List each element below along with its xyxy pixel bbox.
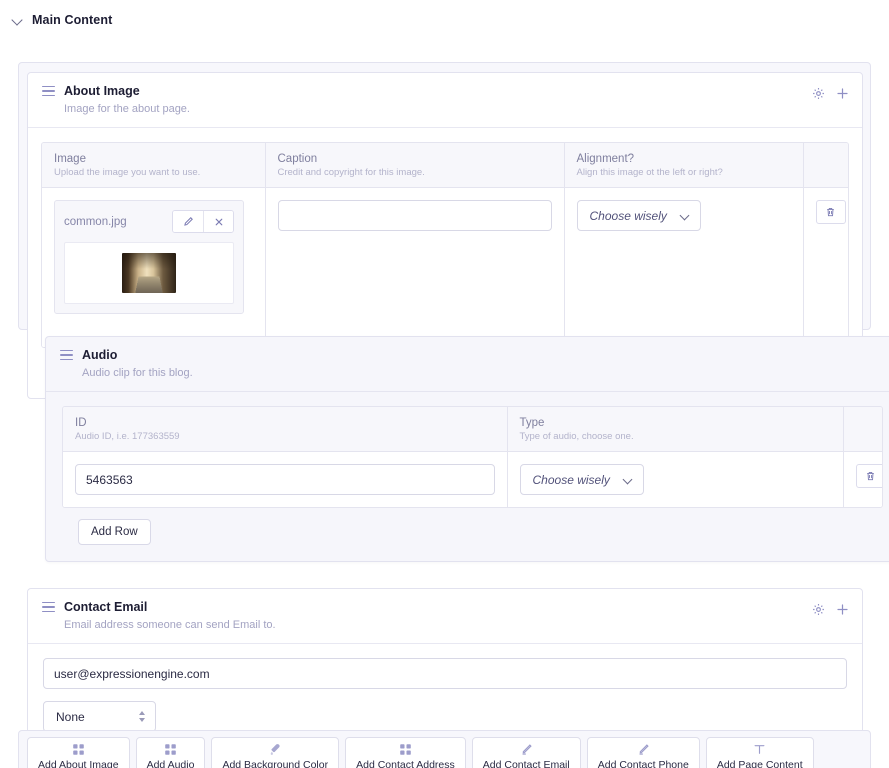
cell-audio-type: Choose wisely (507, 451, 844, 508)
file-actions (172, 210, 234, 234)
droplet-icon (269, 743, 282, 756)
cell-image: common.jpg (42, 187, 266, 347)
add-page-content-button[interactable]: Add Page Content (705, 737, 814, 768)
button-label: Add Contact Email (482, 759, 570, 768)
add-row-button[interactable]: Add Row (78, 519, 151, 546)
alignment-select-value: Choose wisely (589, 208, 667, 223)
column-image: Image Upload the image you want to use. (42, 143, 266, 189)
table-row: Choose wisely (63, 451, 882, 508)
about-image-subtitle: Image for the about page. (64, 103, 190, 115)
audio-grid-wrap: ID Audio ID, i.e. 177363559 Type Type of… (46, 392, 889, 561)
image-thumbnail (122, 253, 176, 294)
audio-grid-header: ID Audio ID, i.e. 177363559 Type Type of… (63, 407, 882, 453)
plus-icon[interactable] (836, 87, 849, 100)
cell-audio-id (63, 451, 508, 508)
audio-subtitle: Audio clip for this blog. (82, 367, 193, 379)
contact-email-title: Contact Email (64, 600, 148, 614)
pencil-icon (520, 743, 533, 756)
button-label: Add Page Content (716, 759, 803, 768)
stepper-icon (139, 711, 145, 723)
panel-contact-email: Contact Email Email address someone can … (27, 588, 863, 750)
audio-grid: ID Audio ID, i.e. 177363559 Type Type of… (62, 406, 883, 509)
add-about-image-button[interactable]: Add About Image (27, 737, 130, 768)
content-stage: About Image Image for the about page. Im… (0, 30, 889, 768)
hamburger-icon[interactable] (60, 349, 73, 361)
file-name: common.jpg (64, 215, 127, 228)
column-type: Type Type of audio, choose one. (507, 407, 844, 453)
plus-icon[interactable] (836, 603, 849, 616)
close-icon[interactable] (203, 211, 233, 233)
grid-icon (164, 743, 177, 756)
page-title: Main Content (32, 12, 113, 27)
column-id: ID Audio ID, i.e. 177363559 (63, 407, 508, 453)
grid-icon (399, 743, 412, 756)
add-background-color-button[interactable]: Add Background Color (211, 737, 340, 768)
button-label: Add Audio (146, 759, 195, 768)
contact-email-header-actions (812, 603, 849, 616)
audio-type-select-value: Choose wisely (532, 472, 610, 487)
audio-id-input[interactable] (75, 464, 495, 496)
panel-audio: Audio Audio clip for this blog. ID Audio… (45, 336, 889, 563)
contact-email-select[interactable]: None (43, 701, 156, 733)
pencil-icon (637, 743, 650, 756)
audio-title: Audio (82, 348, 118, 362)
add-contact-address-button[interactable]: Add Contact Address (345, 737, 466, 768)
about-image-grid: Image Upload the image you want to use. … (41, 142, 849, 348)
contact-email-subtitle: Email address someone can send Email to. (64, 619, 276, 631)
button-label: Add Background Color (222, 759, 329, 768)
image-preview-frame (64, 242, 234, 305)
delete-row-button[interactable] (855, 464, 882, 489)
chevron-down-icon (624, 475, 633, 484)
cell-caption (265, 187, 565, 347)
gear-icon[interactable] (812, 87, 825, 100)
hamburger-icon[interactable] (42, 601, 55, 613)
about-image-grid-header: Image Upload the image you want to use. … (42, 143, 848, 189)
chevron-down-icon (681, 211, 690, 220)
text-icon (753, 743, 766, 756)
button-label: Add Contact Address (356, 759, 455, 768)
contact-email-input[interactable] (43, 658, 847, 690)
audio-type-select[interactable]: Choose wisely (519, 464, 644, 496)
column-actions (803, 143, 848, 189)
about-image-header: About Image Image for the about page. (28, 73, 862, 129)
add-contact-email-button[interactable]: Add Contact Email (471, 737, 581, 768)
cell-alignment: Choose wisely (564, 187, 804, 347)
cell-actions (803, 187, 848, 347)
column-alignment: Alignment? Align this image ot the left … (564, 143, 804, 189)
contact-email-header: Contact Email Email address someone can … (28, 589, 862, 645)
file-upload-box: common.jpg (54, 200, 244, 315)
caption-input[interactable] (277, 200, 552, 232)
chevron-down-icon[interactable] (12, 14, 24, 26)
gear-icon[interactable] (812, 603, 825, 616)
hamburger-icon[interactable] (42, 85, 55, 97)
button-label: Add Contact Phone (597, 759, 689, 768)
about-image-title: About Image (64, 84, 140, 98)
alignment-select[interactable]: Choose wisely (576, 200, 701, 232)
delete-row-button[interactable] (815, 200, 846, 225)
about-image-header-actions (812, 87, 849, 100)
button-label: Add About Image (38, 759, 119, 768)
audio-header: Audio Audio clip for this blog. (46, 337, 889, 393)
pencil-icon[interactable] (173, 211, 203, 233)
add-audio-button[interactable]: Add Audio (135, 737, 206, 768)
add-contact-phone-button[interactable]: Add Contact Phone (586, 737, 700, 768)
table-row: common.jpg Choose wisely (42, 187, 848, 347)
add-field-toolbar: Add About Image Add Audio Add Background… (18, 730, 871, 768)
grid-icon (72, 743, 85, 756)
cell-actions (843, 451, 882, 508)
page-header: Main Content (0, 0, 889, 30)
column-caption: Caption Credit and copyright for this im… (265, 143, 565, 189)
column-actions (843, 407, 882, 453)
contact-email-select-value: None (56, 709, 85, 724)
